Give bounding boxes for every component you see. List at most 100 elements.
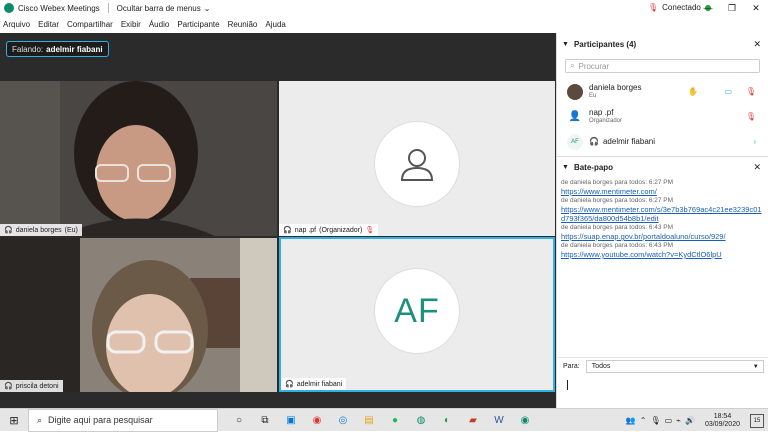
taskbar-clock[interactable]: 18:54 03/09/2020 [705,413,740,429]
tile-suffix: (Organizador) [319,226,363,234]
message-link[interactable]: https://suap.enap.gov.br/portaldoaluno/c… [561,232,764,241]
menu-toggle-label: Ocultar barra de menus [116,3,201,13]
active-speaker-badge: Falando: adelmir fiabani [6,41,109,57]
speaking-indicator-icon: › [753,137,756,146]
files-icon[interactable]: ▤ [356,410,382,430]
webex-active-icon[interactable]: ◉ [512,410,538,430]
chat-messages: de daniela borges para todos: 6:27 PM ht… [557,178,768,259]
maximize-button[interactable]: ❐ [720,0,744,16]
word-icon[interactable]: W [486,410,512,430]
menu-editar[interactable]: Editar [38,20,59,29]
tile-name: nap .pf [294,226,317,234]
collapse-caret-icon: ▼ [562,164,569,171]
webex-taskbar-icon[interactable]: ◍ [408,410,434,430]
mic-icon: 🎧 [4,227,13,234]
window-controls: — ❐ ✕ [696,0,768,16]
battery-icon[interactable]: ▭ [665,416,673,425]
close-chat-icon[interactable]: ✕ [753,162,761,173]
video-tile-daniela-borges[interactable]: 🎧 daniela borges (Eu) [0,81,277,236]
raise-hand-icon[interactable]: ✋ [688,87,698,96]
recipient-label: Para: [563,363,580,370]
muted-mic-icon[interactable]: 🎙 [746,112,756,121]
teams-icon[interactable]: ◐ [434,410,460,430]
text-cursor [567,380,568,390]
notifications-icon[interactable]: 15 [750,413,764,428]
minimize-button[interactable]: — [696,0,720,16]
menu-compartilhar[interactable]: Compartilhar [67,20,113,29]
participants-panel-header[interactable]: ▼ Participantes (4) ✕ [557,33,768,55]
person-icon [400,149,434,181]
video-tile-nap-pf[interactable]: 🎧 nap .pf (Organizador) 🎙 [279,81,555,236]
menu-participante[interactable]: Participante [177,20,219,29]
message-link[interactable]: https://www.youtube.com/watch?v=KydCtlO6… [561,250,764,259]
headset-icon: 🎧 [589,137,599,146]
participant-row[interactable]: 👤 nap .pf Organizador 🎙 [557,104,768,129]
avatar-initials: AF [394,291,440,330]
recipient-select[interactable]: Todos ▼ [585,360,764,373]
participant-role: Eu [589,92,597,99]
chat-message: de daniela borges para todos: 6:27 PM ht… [561,178,764,196]
tile-name: adelmir fiabani [296,380,343,388]
menu-arquivo[interactable]: Arquivo [3,20,30,29]
participant-name: daniela borges [589,82,642,92]
participants-search-input[interactable]: ⌕ Procurar [565,59,760,73]
participant-avatar [567,83,583,100]
participants-list: daniela borges Eu ✋ ▭ 🎙 👤 nap .pf Organi… [557,79,768,154]
message-link[interactable]: https://www.mentimeter.com/s/3e7b3b769ac… [561,205,764,223]
participant-row[interactable]: daniela borges Eu ✋ ▭ 🎙 [557,79,768,104]
store-icon[interactable]: ▣ [278,410,304,430]
speaking-prefix: Falando: [12,44,44,54]
windows-taskbar: ⊞ ⌕ Digite aqui para pesquisar ○ ⧉ ▣ ◉ ◎… [0,408,768,432]
participant-info: daniela borges Eu [589,83,641,101]
chat-message: de daniela borges para todos: 6:27 PM ht… [561,196,764,223]
taskbar-apps: ○ ⧉ ▣ ◉ ◎ ▤ ● ◍ ◐ ▰ W ◉ [226,410,538,430]
message-link[interactable]: https://www.mentimeter.com/ [561,187,764,196]
message-meta: de daniela borges para todos: 6:27 PM [561,197,674,204]
chat-title: Bate-papo [573,163,614,172]
chat-recipient-row: Para: Todos ▼ [557,357,768,375]
windows-start-icon[interactable]: ⊞ [0,409,28,432]
menu-reuniao[interactable]: Reunião [228,20,258,29]
video-tile-adelmir-fiabani[interactable]: AF 🎧 adelmir fiabani [279,237,555,392]
initials-avatar: AF [374,268,460,354]
people-icon[interactable]: 👥 [626,416,636,425]
menu-audio[interactable]: Áudio [149,20,169,29]
menu-exibir[interactable]: Exibir [121,20,141,29]
taskbar-search-input[interactable]: ⌕ Digite aqui para pesquisar [28,408,218,432]
hide-menu-bar-toggle[interactable]: Ocultar barra de menus ⌄ [117,4,211,13]
search-icon: ⌕ [37,414,43,425]
participant-info: nap .pf Organizador [589,108,622,126]
stage-bottom-strip [0,392,556,408]
chat-compose-input[interactable] [557,376,768,408]
chevron-up-icon[interactable]: ⌃ [640,416,647,425]
tile-name: priscila detoni [15,382,59,390]
chat-panel-header[interactable]: ▼ Bate-papo ✕ [557,156,768,178]
menu-ajuda[interactable]: Ajuda [265,20,285,29]
cortana-icon[interactable]: ○ [226,410,252,430]
tile-suffix: (Eu) [64,226,78,234]
video-tile-priscila-detoni[interactable]: 🎧 priscila detoni [0,238,277,392]
close-participants-icon[interactable]: ✕ [753,39,761,50]
video-camera-icon[interactable]: ▭ [724,87,732,96]
spotify-icon[interactable]: ● [382,410,408,430]
search-placeholder: Procurar [578,61,610,71]
tile-label: 🎧 adelmir fiabani [281,378,347,390]
powerpoint-icon[interactable]: ▰ [460,410,486,430]
message-meta: de daniela borges para todos: 6:27 PM [561,179,674,186]
clock-date: 03/09/2020 [704,420,740,428]
participant-row[interactable]: AF 🎧 adelmir fiabani › [557,129,768,154]
message-meta: de daniela borges para todos: 6:43 PM [561,224,674,231]
menu-bar: Arquivo Editar Compartilhar Exibir Áudio… [0,16,768,32]
chrome-icon[interactable]: ◉ [304,410,330,430]
task-view-icon[interactable]: ⧉ [252,410,278,430]
participant-video-priscila [0,238,277,392]
edge-icon[interactable]: ◎ [330,410,356,430]
close-button[interactable]: ✕ [744,0,768,16]
mic-tray-icon[interactable]: 🎙 [650,416,660,425]
network-icon[interactable]: ⌁ [676,416,681,425]
muted-mic-icon[interactable]: 🎙 [746,87,756,96]
participant-name: nap .pf [589,107,614,117]
chat-message: de daniela borges para todos: 6:43 PM ht… [561,223,764,241]
volume-icon[interactable]: 🔊 [685,416,695,425]
message-meta: de daniela borges para todos: 6:43 PM [561,242,674,249]
